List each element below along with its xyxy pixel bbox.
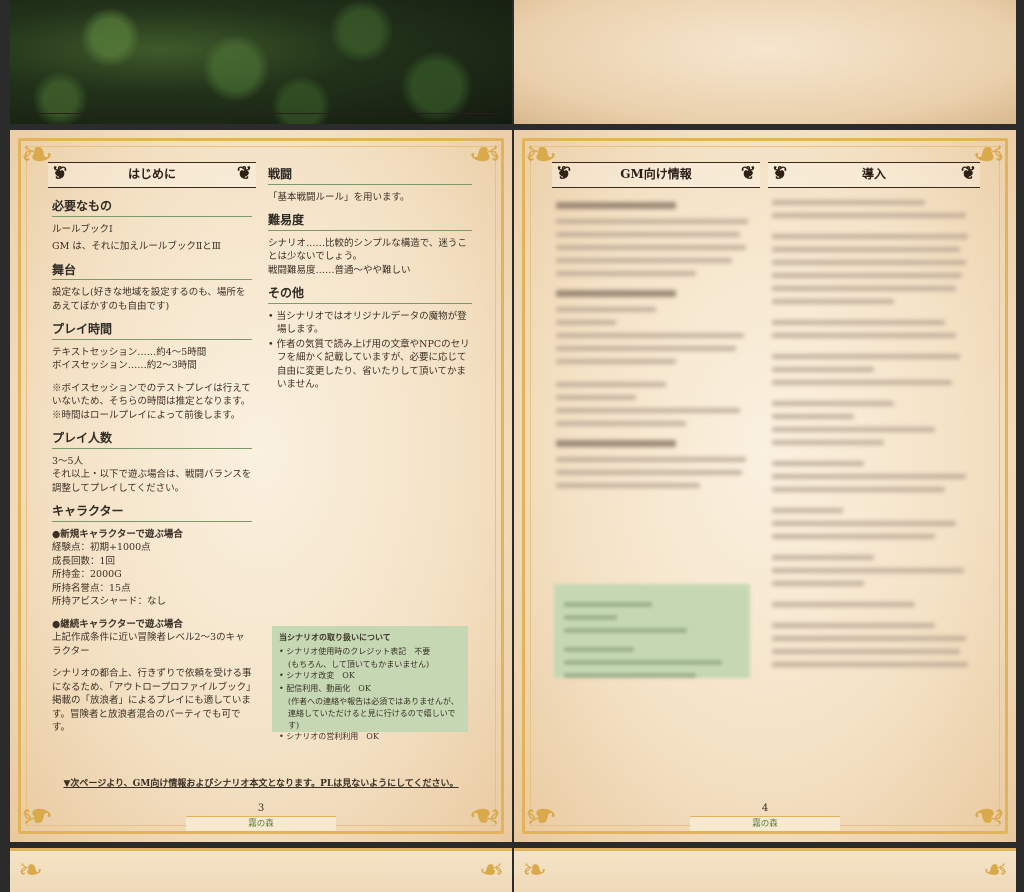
page-number: 3 bbox=[257, 803, 265, 814]
new-character-line: 経験点：初期+1000点 bbox=[52, 542, 151, 553]
list-item: シナリオ使用時のクレジット表記 不要 bbox=[279, 646, 461, 658]
ornament-corner-icon: ❧ bbox=[468, 792, 502, 838]
flourish-icon: ❧ bbox=[18, 853, 44, 888]
list-item: 配信利用、動画化 OK bbox=[279, 683, 461, 695]
battle-text: 「基本戦闘ルール」を用います。 bbox=[268, 191, 410, 203]
ornament-corner-icon: ❧ bbox=[972, 792, 1006, 838]
needs-line: ルールブックⅠ bbox=[52, 223, 113, 235]
ornament-corner-icon: ❧ bbox=[524, 792, 558, 838]
cover-image-page bbox=[10, 0, 512, 124]
list-item: 当シナリオではオリジナルデータの魔物が登場します。 bbox=[268, 310, 472, 337]
notice-title: 当シナリオの取り扱いについて bbox=[279, 632, 391, 642]
next-right-page: ❧ ❧ bbox=[514, 848, 1016, 892]
book-title-footer: 霧の森 bbox=[690, 816, 840, 832]
document-viewer[interactable]: ❧ ❧ ❧ ❧ はじめに 必要なもの ルールブックⅠ GM は、それに加えルール… bbox=[0, 0, 1024, 892]
heading-other: その他 bbox=[268, 286, 472, 304]
heading-difficulty: 難易度 bbox=[268, 213, 472, 231]
section-banner-gm-info: GM向け情報 bbox=[552, 162, 760, 188]
footer-warning: ▼次ページより、GM向け情報およびシナリオ本文となります。PLは見ないようにして… bbox=[63, 779, 459, 789]
usage-notice-box: 当シナリオの取り扱いについて シナリオ使用時のクレジット表記 不要 (もちろん、… bbox=[272, 626, 468, 741]
blurred-notice-box bbox=[554, 584, 750, 678]
heading-players: プレイ人数 bbox=[52, 431, 252, 449]
time-line: ボイスセッション……約2～3時間 bbox=[52, 360, 197, 371]
page-frame-line bbox=[24, 113, 498, 114]
left-column: はじめに 必要なもの ルールブックⅠ GM は、それに加えルールブックⅡとⅢ 舞… bbox=[48, 162, 256, 735]
previous-right-page bbox=[514, 0, 1016, 124]
continuing-character-text: 上記作成条件に近い冒険者レベル2～3のキャラクター bbox=[52, 632, 245, 657]
gm-info-column: GM向け情報 bbox=[552, 162, 760, 496]
notice-subline: (もちろん、して頂いてもかまいません) bbox=[288, 659, 430, 669]
heading-stage: 舞台 bbox=[52, 263, 252, 280]
difficulty-line: 戦闘難易度……普通～やや難しい bbox=[268, 264, 411, 276]
difficulty-line: シナリオ……比較的シンプルな構造で、迷うことは少ないでしょう。 bbox=[268, 237, 467, 263]
page-3: ❧ ❧ ❧ ❧ はじめに 必要なもの ルールブックⅠ GM は、それに加えルール… bbox=[10, 130, 512, 842]
blurred-content bbox=[772, 200, 976, 667]
page-number: 4 bbox=[761, 803, 769, 814]
section-banner-intro: はじめに bbox=[48, 162, 256, 188]
forest-foliage-image bbox=[10, 0, 512, 124]
stage-text: 設定なし(好きな地域を設定するのも、場所をあえてぼかすのも自由です) bbox=[52, 287, 246, 312]
flourish-icon: ❧ bbox=[522, 853, 548, 888]
time-note: ※時間はロールプレイによって前後します。 bbox=[52, 409, 241, 421]
list-item: シナリオの営利利用 OK bbox=[279, 731, 461, 743]
intro-column: 導入 bbox=[768, 162, 980, 675]
time-note: ※ボイスセッションでのテストプレイは行えていないため、そちらの時間は推定となりま… bbox=[52, 382, 251, 408]
ornament-corner-icon: ❧ bbox=[20, 792, 54, 838]
notice-subline: (作者への連絡や報告は必須ではありませんが、連絡していただけると見に行けるので嬉… bbox=[288, 696, 459, 730]
new-character-line: 成長回数：1回 bbox=[52, 555, 116, 567]
new-character-line: 所持名誉点：15点 bbox=[52, 582, 131, 594]
page-4: ❧ ❧ ❧ ❧ GM向け情報 導入 bbox=[514, 130, 1016, 842]
new-character-title: ●新規キャラクターで遊ぶ場合 bbox=[52, 528, 183, 540]
book-title-footer: 霧の森 bbox=[186, 816, 336, 832]
section-banner-intro: 導入 bbox=[768, 162, 980, 188]
players-line: それ以上・以下で遊ぶ場合は、戦闘バランスを調整してプレイしてください。 bbox=[52, 469, 252, 494]
flourish-icon: ❧ bbox=[478, 853, 504, 888]
new-character-line: 所持アビスシャード：なし bbox=[52, 596, 167, 607]
right-column: 戦闘 「基本戦闘ルール」を用います。 難易度 シナリオ……比較的シンプルな構造で… bbox=[268, 167, 472, 393]
list-item: 作者の気質で読み上げ用の文章やNPCのセリフを細かく記載していますが、必要に応じ… bbox=[268, 338, 472, 392]
new-character-line: 所持金：2000G bbox=[52, 569, 122, 580]
next-left-page: ❧ ❧ bbox=[10, 848, 512, 892]
heading-character: キャラクター bbox=[52, 504, 252, 522]
other-list: 当シナリオではオリジナルデータの魔物が登場します。 作者の気質で読み上げ用の文章… bbox=[268, 310, 472, 392]
list-item: シナリオ改変 OK bbox=[279, 670, 461, 682]
blurred-content bbox=[556, 202, 756, 488]
continuing-character-title: ●継続キャラクターで遊ぶ場合 bbox=[52, 618, 183, 630]
time-line: テキストセッション……約4～5時間 bbox=[52, 346, 207, 358]
heading-battle: 戦闘 bbox=[268, 167, 472, 185]
heading-needs: 必要なもの bbox=[52, 199, 252, 217]
needs-line: GM は、それに加えルールブックⅡとⅢ bbox=[52, 241, 221, 252]
continuing-character-note: シナリオの都合上、行きずりで依頼を受ける事になるため、「アウトロープロファイルブ… bbox=[52, 668, 252, 733]
heading-play-time: プレイ時間 bbox=[52, 322, 252, 340]
notice-list: シナリオ使用時のクレジット表記 不要 (もちろん、して頂いてもかまいません) シ… bbox=[279, 646, 461, 743]
players-line: 3～5人 bbox=[52, 455, 84, 467]
flourish-icon: ❧ bbox=[982, 853, 1008, 888]
